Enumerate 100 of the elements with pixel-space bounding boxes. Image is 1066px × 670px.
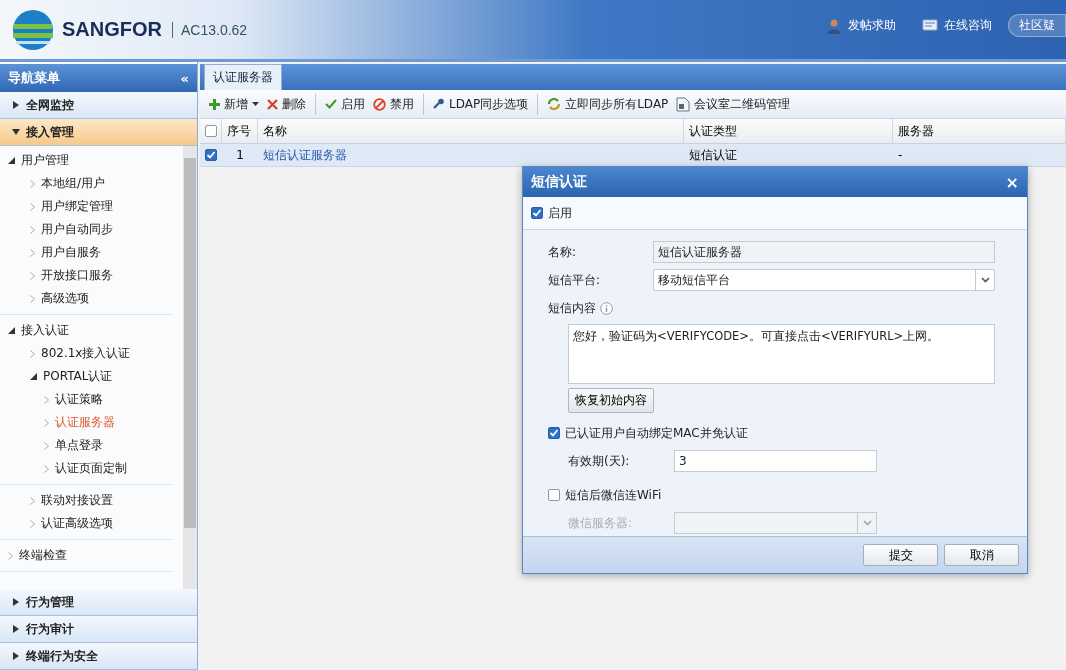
checkbox[interactable]	[531, 207, 543, 219]
logo-icon	[12, 8, 54, 51]
chevron-icon	[30, 179, 35, 188]
caret-icon	[252, 102, 259, 106]
dialog-button[interactable]: 取消	[944, 544, 1019, 566]
caret-right-icon	[12, 652, 20, 660]
nav-section[interactable]: 行为审计	[0, 616, 197, 643]
nav-item[interactable]: 认证服务器	[0, 411, 173, 434]
chevron-down-icon	[980, 277, 990, 283]
restore-button[interactable]: 恢复初始内容	[568, 388, 654, 413]
close-button[interactable]: ×	[1005, 172, 1019, 192]
nav-item[interactable]: 802.1x接入认证	[0, 342, 173, 365]
field-label: 名称:	[548, 243, 578, 261]
scrollbar[interactable]	[183, 146, 197, 589]
table-cell: -	[898, 148, 903, 162]
chevron-icon	[8, 551, 13, 560]
nav-item[interactable]: 用户绑定管理	[0, 195, 173, 218]
checkbox[interactable]	[548, 489, 560, 501]
checkbox[interactable]	[205, 125, 217, 137]
chevron-icon	[30, 202, 35, 211]
chevron-icon	[30, 294, 35, 303]
sync-icon	[547, 97, 562, 111]
table-cell: 1	[236, 148, 244, 162]
dialog-button[interactable]: 提交	[863, 544, 938, 566]
version-label: AC13.0.62	[172, 21, 248, 38]
chat-icon	[922, 18, 938, 33]
nav-item[interactable]: 高级选项	[0, 287, 173, 310]
expanded-arrow-icon	[8, 157, 15, 164]
wrench-icon	[433, 98, 445, 110]
chevron-down-icon	[862, 520, 872, 526]
input-field[interactable]: 3	[674, 450, 877, 472]
select-field[interactable]: 移动短信平台	[653, 269, 995, 291]
column-header: 序号	[227, 122, 251, 140]
caret-right-icon	[12, 625, 20, 633]
nav-item[interactable]: 终端检查	[0, 544, 173, 567]
name-link[interactable]: 短信认证服务器	[263, 146, 347, 164]
document-icon	[676, 96, 691, 112]
checkbox-label: 启用	[548, 204, 572, 222]
column-header: 名称	[263, 122, 287, 140]
toolbar-button[interactable]: LDAP同步选项	[430, 93, 532, 115]
nav-title: 导航菜单	[8, 69, 60, 87]
column-header: 认证类型	[689, 122, 737, 140]
nav-section[interactable]: 全网监控	[0, 92, 197, 119]
text-area[interactable]: 您好，验证码为<VERIFYCODE>。可直接点击<VERIFYURL>上网。	[568, 324, 995, 384]
tab[interactable]: 认证服务器	[204, 64, 282, 90]
toolbar-button[interactable]: 会议室二维码管理	[673, 93, 794, 115]
collapse-button[interactable]: «	[180, 70, 189, 86]
expanded-arrow-icon	[30, 373, 37, 380]
nav-section[interactable]: 接入管理	[0, 119, 197, 146]
header-link[interactable]: 发帖求助	[848, 17, 896, 34]
info-icon	[600, 301, 613, 315]
nav-item[interactable]: 认证页面定制	[0, 457, 173, 480]
check-icon	[325, 99, 337, 109]
header-link[interactable]: 在线咨询	[944, 17, 992, 34]
column-header: 服务器	[898, 122, 934, 140]
caret-right-icon	[12, 101, 20, 109]
field-label: 短信内容	[548, 299, 596, 317]
nav-section[interactable]: 行为管理	[0, 589, 197, 616]
nav-item[interactable]: 用户自动同步	[0, 218, 173, 241]
nav-item[interactable]: 用户自服务	[0, 241, 173, 264]
chevron-icon	[44, 418, 49, 427]
nav-item[interactable]: 用户管理	[0, 149, 173, 172]
brand-name: SANGFOR	[62, 18, 162, 41]
nav-item[interactable]: 认证高级选项	[0, 512, 173, 535]
nav-item[interactable]: 开放接口服务	[0, 264, 173, 287]
nav-section[interactable]: 终端行为安全	[0, 643, 197, 670]
checkbox-label: 已认证用户自动绑定MAC并免认证	[565, 424, 748, 442]
field-label: 短信平台:	[548, 271, 602, 289]
plus-icon	[209, 98, 220, 110]
chevron-icon	[30, 248, 35, 257]
chevron-icon	[44, 441, 49, 450]
chevron-icon	[30, 496, 35, 505]
table-cell: 短信认证	[689, 146, 737, 164]
chevron-icon	[30, 519, 35, 528]
toolbar-button[interactable]: 新增	[206, 93, 262, 115]
field-label: 微信服务器:	[568, 514, 634, 532]
input-field[interactable]: 短信认证服务器	[653, 241, 995, 263]
caret-right-icon	[12, 598, 20, 606]
checkbox-label: 短信后微信连WiFi	[565, 486, 662, 504]
checkbox[interactable]	[548, 427, 560, 439]
chevron-icon	[30, 225, 35, 234]
toolbar-button[interactable]: 删除	[264, 93, 309, 115]
dialog-title: 短信认证	[531, 173, 587, 191]
toolbar-button[interactable]: 禁用	[370, 93, 417, 115]
nav-item[interactable]: 接入认证	[0, 319, 173, 342]
caret-down-icon	[12, 128, 20, 136]
prohibited-icon	[373, 97, 386, 111]
chevron-icon	[44, 395, 49, 404]
nav-item[interactable]: 单点登录	[0, 434, 173, 457]
checkbox[interactable]	[205, 149, 217, 161]
close-icon	[267, 98, 278, 110]
toolbar-button[interactable]: 立即同步所有LDAP	[544, 93, 672, 115]
chevron-icon	[30, 349, 35, 358]
nav-item[interactable]: 认证策略	[0, 388, 173, 411]
nav-item[interactable]: PORTAL认证	[0, 365, 173, 388]
toolbar-button[interactable]: 启用	[322, 93, 368, 115]
chevron-icon	[30, 271, 35, 280]
nav-item[interactable]: 联动对接设置	[0, 489, 173, 512]
select-field[interactable]	[674, 512, 877, 534]
nav-item[interactable]: 本地组/用户	[0, 172, 173, 195]
